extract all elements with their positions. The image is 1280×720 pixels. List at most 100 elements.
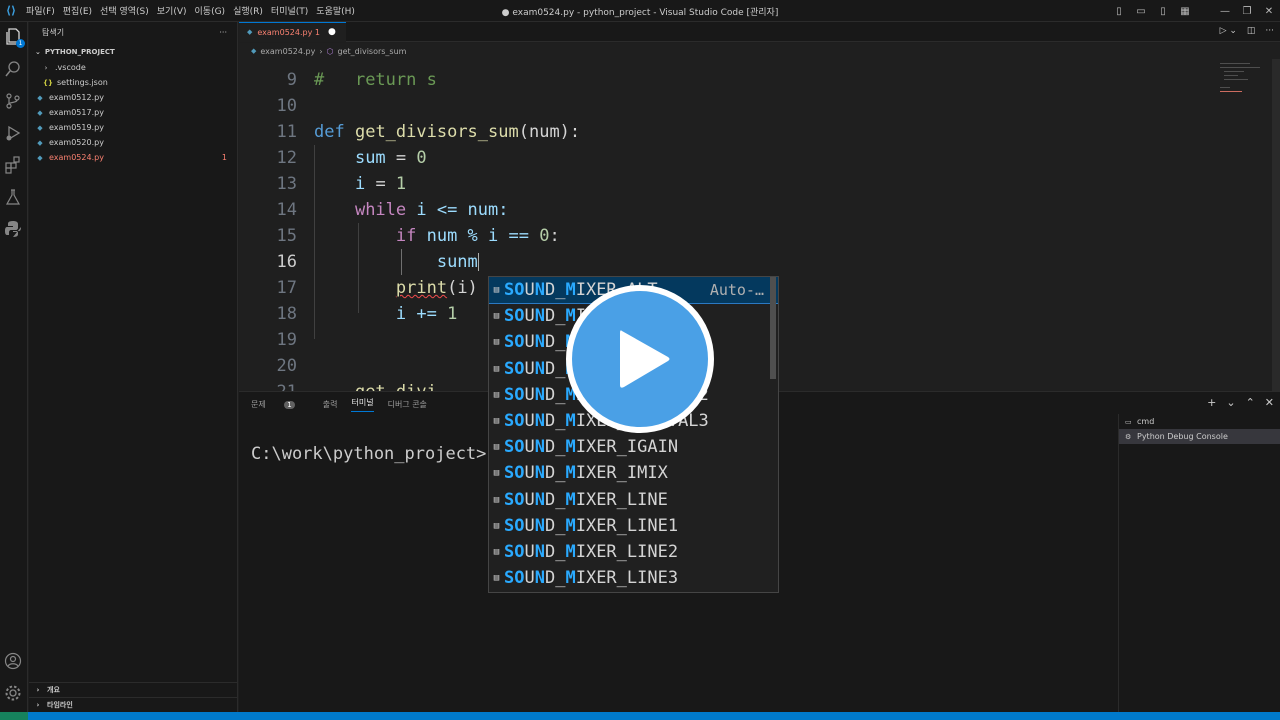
project-name: PYTHON_PROJECT — [44, 48, 115, 56]
tab-output[interactable]: 출력 — [323, 399, 338, 410]
customize-layout-icon[interactable]: ▦ — [1174, 6, 1196, 17]
suggestion-item[interactable]: ▤ SOUND_MIXER_IMIX — [489, 460, 778, 486]
remote-indicator-icon[interactable] — [0, 712, 28, 720]
tree-file-exam0519[interactable]: ◆ exam0519.py — [29, 120, 237, 135]
new-terminal-icon[interactable]: + — [1207, 396, 1216, 409]
explorer-sidebar: 탐색기 ··· ⌄ PYTHON_PROJECT › .vscode {} se… — [29, 22, 238, 712]
tab-problems[interactable]: 문제 1 — [251, 399, 309, 410]
chevron-right-icon: › — [44, 63, 48, 72]
code-line: 9 # return s — [286, 70, 437, 90]
close-panel-icon[interactable]: ✕ — [1265, 396, 1274, 409]
menu-run[interactable]: 실행(R) — [229, 4, 267, 17]
window-controls: ▯ ▭ ▯ ▦ — ❐ ✕ — [1108, 0, 1280, 22]
suggestion-label: SOUND_MIXER_LINE — [504, 489, 668, 510]
tree-folder-vscode[interactable]: › .vscode — [29, 60, 237, 75]
code-line: 10 — [276, 96, 297, 116]
menu-terminal[interactable]: 터미널(T) — [267, 4, 312, 17]
minimize-button[interactable]: — — [1214, 6, 1236, 17]
settings-gear-icon[interactable] — [4, 684, 24, 704]
minimap[interactable] — [1218, 59, 1280, 391]
terminal-item-python-debug[interactable]: ⚙ Python Debug Console — [1119, 429, 1280, 444]
code-line: 13 i = 1 — [276, 174, 407, 194]
maximize-panel-icon[interactable]: ⌃ — [1246, 396, 1255, 409]
code-line-current: 16 sunm — [276, 252, 479, 272]
unsaved-dot-icon[interactable]: ● — [328, 27, 336, 37]
account-icon[interactable] — [4, 652, 24, 672]
suggestion-item[interactable]: ▤ SOUND_MIXER_LINE2 — [489, 539, 778, 565]
more-actions-icon[interactable]: ··· — [219, 28, 227, 37]
terminal-item-cmd[interactable]: ▭ cmd — [1119, 414, 1280, 429]
editor-more-icon[interactable]: ··· — [1265, 26, 1274, 36]
constant-icon: ▤ — [493, 416, 500, 427]
tree-file-exam0520[interactable]: ◆ exam0520.py — [29, 135, 237, 150]
constant-icon: ▤ — [493, 546, 500, 557]
suggestion-label: SOUND_MIXER_IGAIN — [504, 437, 679, 458]
python-file-icon: ◆ — [37, 153, 43, 162]
suggestion-item[interactable]: ▤ SOUND_MIXER_LINE1 — [489, 513, 778, 539]
editor-scrollbar[interactable] — [1272, 59, 1280, 391]
problems-badge: 1 — [284, 400, 295, 409]
toggle-secondary-sidebar-icon[interactable]: ▯ — [1152, 6, 1174, 17]
menu-help[interactable]: 도움말(H) — [312, 4, 359, 17]
suggestion-item[interactable]: ▤ SOUND_MIXER_IGAIN — [489, 434, 778, 460]
tree-file-exam0517[interactable]: ◆ exam0517.py — [29, 105, 237, 120]
terminal-dropdown-icon[interactable]: ⌄ — [1226, 396, 1235, 409]
close-window-button[interactable]: ✕ — [1258, 6, 1280, 17]
chevron-right-icon: › — [319, 46, 323, 56]
vscode-logo-icon: ⟨⟩ — [5, 4, 17, 17]
suggestion-detail: Auto-… — [709, 281, 764, 300]
terminal-icon: ▭ — [1125, 417, 1132, 426]
code-line: 11 def get_divisors_sum(num): — [276, 122, 581, 142]
constant-icon: ▤ — [493, 442, 500, 453]
suggestion-item[interactable]: ▤ SOUND_MIXER_LINE — [489, 487, 778, 513]
menu-file[interactable]: 파일(F) — [22, 4, 59, 17]
search-icon[interactable] — [4, 60, 24, 80]
menu-view[interactable]: 보기(V) — [153, 4, 191, 17]
tab-terminal[interactable]: 터미널 — [351, 397, 374, 412]
toggle-panel-icon[interactable]: ▭ — [1130, 6, 1152, 17]
breadcrumb-symbol[interactable]: get_divisors_sum — [338, 47, 407, 56]
run-debug-icon[interactable] — [4, 124, 24, 144]
python-icon[interactable] — [4, 220, 24, 240]
terminal-output[interactable]: C:\work\python_project> — [251, 444, 486, 464]
toggle-sidebar-icon[interactable]: ▯ — [1108, 6, 1130, 17]
explorer-icon[interactable]: 1 — [4, 28, 25, 48]
tab-exam0524[interactable]: ◆ exam0524.py 1 ● — [239, 21, 346, 42]
menu-selection[interactable]: 선택 영역(S) — [96, 4, 153, 17]
menu-edit[interactable]: 편집(E) — [59, 4, 96, 17]
source-control-icon[interactable] — [4, 92, 24, 112]
text-cursor — [477, 253, 479, 271]
tree-file-settings[interactable]: {} settings.json — [29, 75, 237, 90]
suggestion-item[interactable]: ▤ SOUND_MIXER_LINE3 — [489, 565, 778, 591]
restore-button[interactable]: ❐ — [1236, 6, 1258, 17]
constant-icon: ▤ — [493, 520, 500, 531]
panel-actions: + ⌄ ⌃ ✕ — [1207, 396, 1274, 409]
chevron-right-icon: › — [36, 686, 40, 694]
constant-icon: ▤ — [493, 494, 500, 505]
python-file-icon: ◆ — [37, 123, 43, 132]
split-editor-icon[interactable]: ◫ — [1247, 26, 1256, 36]
video-play-button[interactable] — [566, 285, 714, 433]
menu-bar: 파일(F) 편집(E) 선택 영역(S) 보기(V) 이동(G) 실행(R) 터… — [22, 4, 359, 17]
timeline-section[interactable]: › 타임라인 — [29, 697, 237, 712]
status-bar — [0, 712, 1280, 720]
function-symbol-icon: ⬡ — [326, 46, 334, 56]
code-line: 12 sum = 0 — [276, 148, 427, 168]
testing-icon[interactable] — [4, 188, 24, 208]
editor-tabs: ◆ exam0524.py 1 ● ▷ ⌄ ◫ ··· — [239, 21, 1280, 42]
run-file-icon[interactable]: ▷ ⌄ — [1220, 26, 1237, 36]
constant-icon: ▤ — [493, 337, 500, 348]
outline-section[interactable]: › 개요 — [29, 682, 237, 697]
constant-icon: ▤ — [493, 285, 500, 296]
suggestion-scrollbar[interactable] — [770, 277, 776, 379]
menu-go[interactable]: 이동(G) — [191, 4, 230, 17]
tab-debug-console[interactable]: 디버그 콘솔 — [388, 399, 427, 410]
panel-tabs: 문제 1 출력 터미널 디버그 콘솔 — [239, 392, 441, 416]
tree-file-exam0524[interactable]: ◆ exam0524.py 1 — [29, 150, 237, 165]
editor-actions: ▷ ⌄ ◫ ··· — [1220, 26, 1274, 36]
extensions-icon[interactable] — [4, 156, 24, 176]
breadcrumb-file[interactable]: exam0524.py — [260, 47, 315, 56]
explorer-title: 탐색기 — [42, 27, 65, 37]
project-folder-header[interactable]: ⌄ PYTHON_PROJECT — [29, 44, 237, 60]
tree-file-exam0512[interactable]: ◆ exam0512.py — [29, 90, 237, 105]
